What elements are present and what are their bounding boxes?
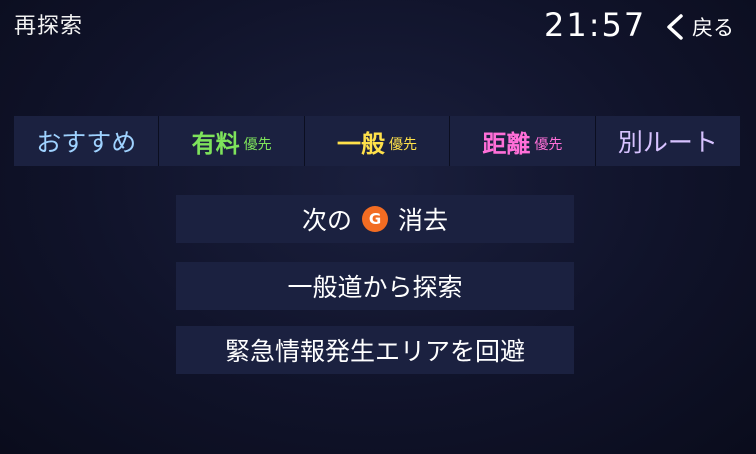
tab-toll-priority[interactable]: 有料 優先: [159, 116, 305, 166]
tab-distance-priority[interactable]: 距離 優先: [450, 116, 596, 166]
tab-sublabel: 優先: [389, 137, 418, 153]
tab-alternate-route[interactable]: 別ルート: [596, 116, 740, 166]
avoid-emergency-area-button[interactable]: 緊急情報発生エリアを回避: [176, 326, 574, 374]
back-label: 戻る: [692, 16, 734, 40]
option-label: 一般道から探索: [287, 273, 463, 302]
route-type-tabs: おすすめ 有料 優先 一般 優先 距離 優先 別ルート: [14, 116, 740, 166]
tab-general-priority[interactable]: 一般 優先: [305, 116, 451, 166]
back-button[interactable]: 戻る: [664, 10, 748, 44]
search-from-general-road-button[interactable]: 一般道から探索: [176, 262, 574, 310]
tab-sublabel: 優先: [243, 137, 272, 153]
tab-label: 有料: [191, 129, 240, 158]
goal-badge-icon: G: [362, 206, 388, 232]
tab-label: 距離: [482, 129, 531, 158]
tab-label: 別ルート: [617, 128, 718, 157]
option-label-prefix: 次の: [301, 206, 352, 235]
option-label: 緊急情報発生エリアを回避: [224, 337, 525, 366]
page-title: 再探索: [14, 14, 84, 39]
tab-label: おすすめ: [36, 128, 137, 157]
tab-label: 一般: [337, 129, 386, 158]
chevron-left-icon: [667, 14, 683, 40]
clock: 21:57: [544, 6, 647, 44]
erase-next-goal-button[interactable]: 次の G 消去: [176, 195, 574, 243]
tab-sublabel: 優先: [534, 137, 563, 153]
tab-recommended[interactable]: おすすめ: [14, 116, 160, 166]
option-label-suffix: 消去: [398, 206, 449, 235]
